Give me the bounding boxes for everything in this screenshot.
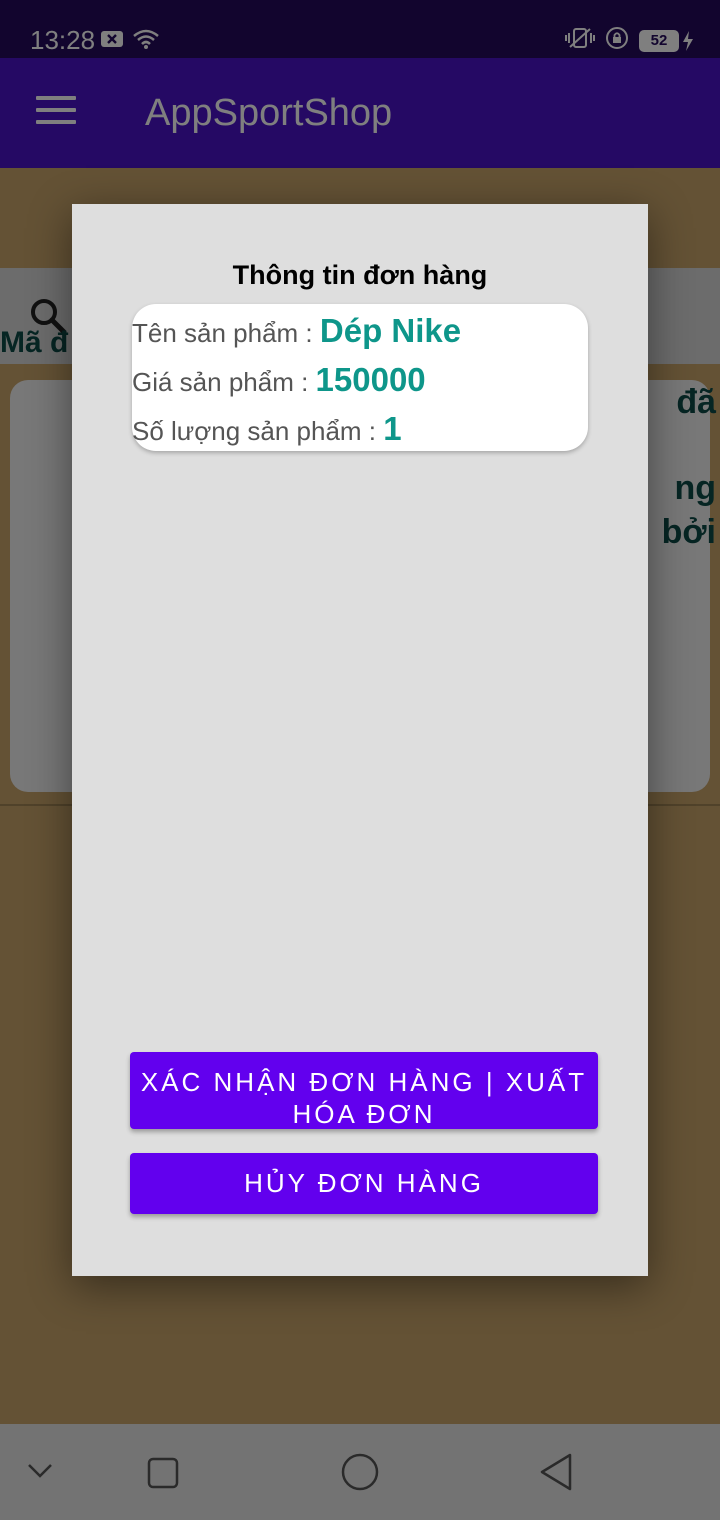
confirm-order-button[interactable]: XÁC NHẬN ĐƠN HÀNG | XUẤT HÓA ĐƠN [130, 1052, 598, 1129]
cancel-order-button[interactable]: HỦY ĐƠN HÀNG [130, 1153, 598, 1214]
order-info-dialog: Thông tin đơn hàng Tên sản phẩm : Dép Ni… [72, 204, 648, 1276]
product-name-label: Tên sản phẩm : [132, 318, 320, 348]
product-name-value: Dép Nike [319, 312, 462, 349]
price-value: 150000 [315, 361, 426, 398]
quantity-value: 1 [383, 410, 402, 447]
quantity-label: Số lượng sản phẩm : [132, 416, 384, 446]
price-label: Giá sản phẩm : [132, 367, 316, 397]
dialog-title: Thông tin đơn hàng [232, 260, 488, 290]
product-name-row: Tên sản phẩm : Dép Nike [132, 312, 588, 361]
price-row: Giá sản phẩm : 150000 [132, 361, 588, 410]
order-info-card: Tên sản phẩm : Dép Nike Giá sản phẩm : 1… [132, 304, 588, 451]
quantity-row: Số lượng sản phẩm : 1 [132, 410, 588, 459]
